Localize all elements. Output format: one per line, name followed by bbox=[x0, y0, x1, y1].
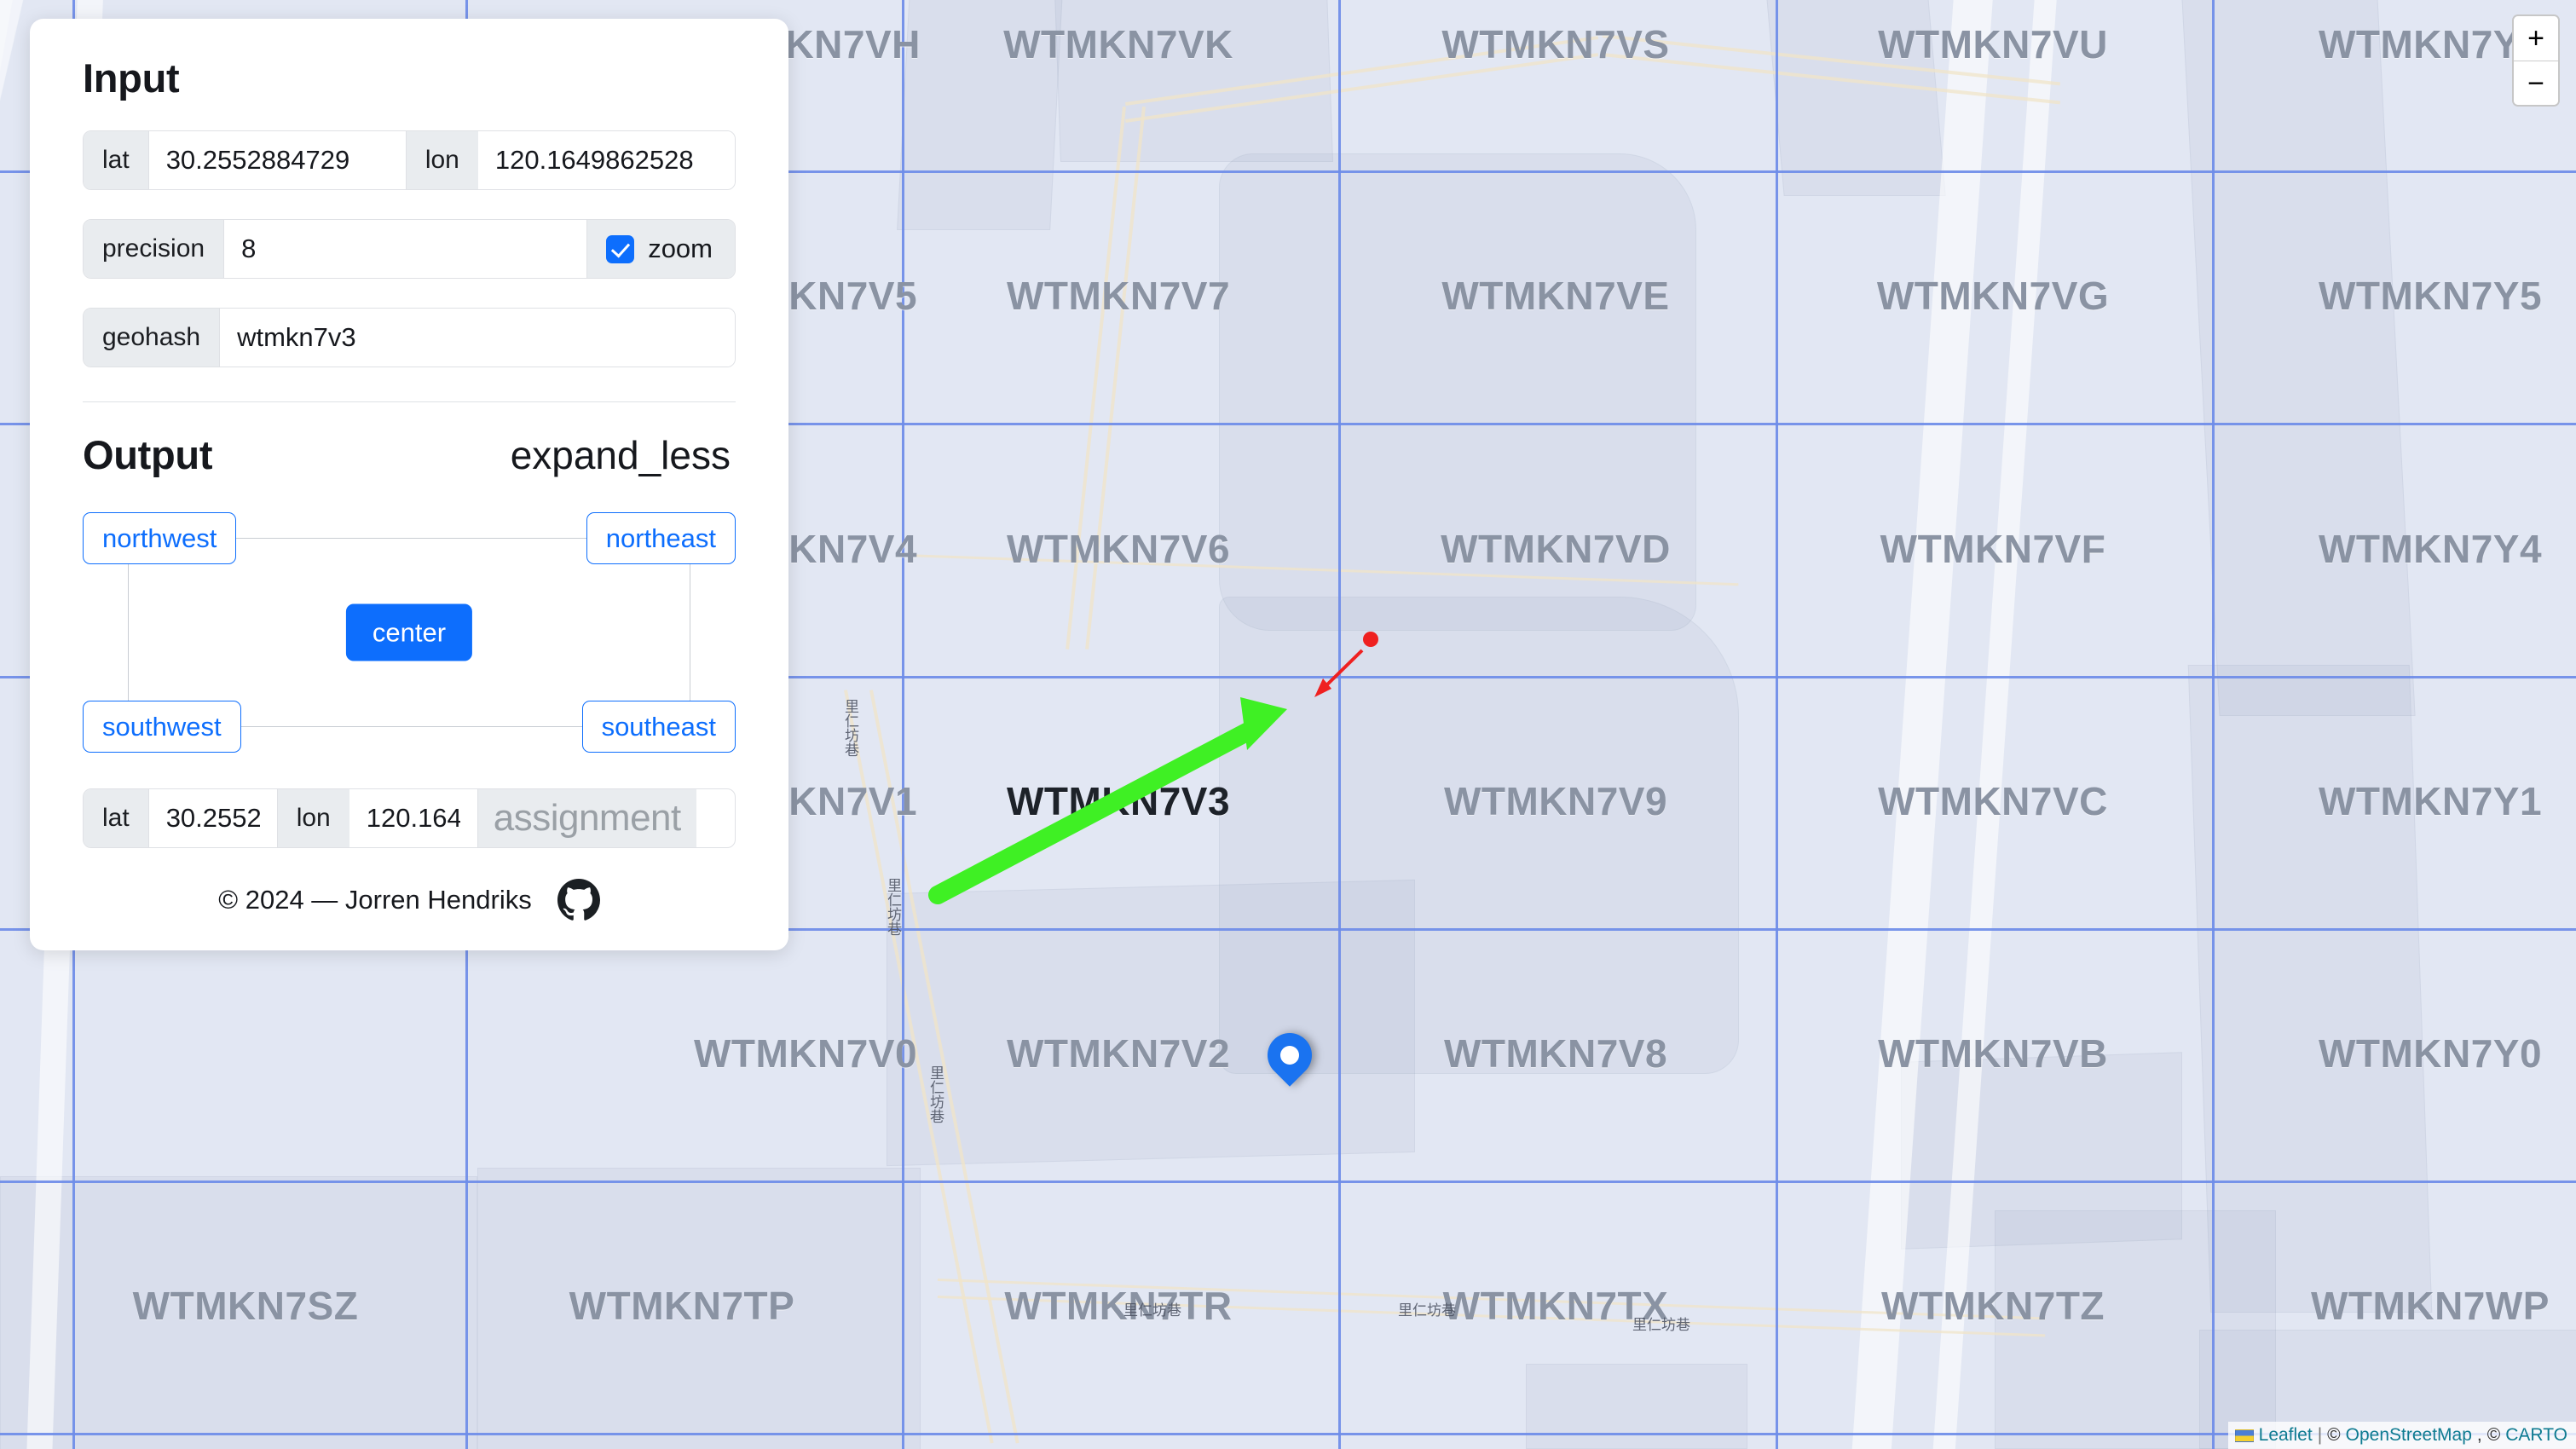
precision-input-group: precision zoom bbox=[83, 219, 736, 279]
carto-link[interactable]: CARTO bbox=[2505, 1425, 2567, 1446]
map-building bbox=[1219, 153, 1696, 631]
zoom-control[interactable]: + − bbox=[2512, 14, 2560, 107]
input-lat-field[interactable] bbox=[148, 131, 406, 189]
map-building bbox=[1526, 1364, 1747, 1449]
input-lon-label: lon bbox=[405, 131, 478, 189]
input-precision-label: precision bbox=[84, 220, 225, 278]
copyright-symbol-osm: © bbox=[2327, 1425, 2341, 1445]
openstreetmap-link[interactable]: OpenStreetMap bbox=[2346, 1425, 2472, 1446]
geohash-tool-panel: Input lat lon precision zoom geohash Out… bbox=[30, 19, 788, 950]
leaflet-link[interactable]: Leaflet bbox=[2259, 1425, 2313, 1446]
grid-link-left bbox=[128, 538, 129, 727]
zoom-checkbox-group[interactable]: zoom bbox=[586, 220, 735, 278]
section-divider bbox=[83, 401, 736, 402]
zoom-checkbox-label: zoom bbox=[648, 234, 713, 263]
corner-button-center[interactable]: center bbox=[345, 603, 473, 661]
corner-button-northwest[interactable]: northwest bbox=[83, 512, 237, 564]
output-section-heading: Output bbox=[83, 432, 213, 477]
ukraine-flag-icon bbox=[2234, 1429, 2254, 1442]
geohash-grid-line-vertical bbox=[1338, 0, 1341, 1449]
street-name-label: 里仁坊巷 bbox=[1398, 1302, 1456, 1319]
panel-footer: © 2024 — Jorren Hendriks bbox=[83, 879, 736, 921]
expand-less-toggle[interactable]: expand_less bbox=[505, 432, 736, 478]
zoom-checkbox[interactable] bbox=[606, 234, 635, 263]
output-lat-label: lat bbox=[84, 789, 149, 847]
copyright-text: © 2024 — Jorren Hendriks bbox=[218, 885, 532, 915]
input-section-heading: Input bbox=[83, 55, 180, 101]
street-name-label: 里仁坊巷 bbox=[841, 699, 858, 757]
geohash-grid-line-vertical bbox=[1776, 0, 1778, 1449]
output-lon-label: lon bbox=[276, 789, 349, 847]
copyright-symbol-carto: © bbox=[2486, 1425, 2501, 1445]
map-building bbox=[477, 1168, 921, 1449]
grid-link-bottom bbox=[171, 726, 647, 727]
input-geohash-label: geohash bbox=[84, 309, 221, 367]
input-lat-label: lat bbox=[84, 131, 149, 189]
map-building bbox=[897, 0, 1064, 230]
map-building bbox=[0, 1176, 477, 1449]
geohash-grid-line-horizontal bbox=[0, 1181, 2576, 1183]
zoom-in-button[interactable]: + bbox=[2514, 16, 2558, 61]
map-building bbox=[1762, 0, 1946, 196]
github-icon[interactable] bbox=[557, 879, 600, 921]
geohash-grid-line-vertical bbox=[2212, 0, 2215, 1449]
output-lat-field[interactable] bbox=[148, 789, 277, 847]
map-building bbox=[887, 879, 1415, 1167]
corner-selector-grid: northwest northeast southwest southeast … bbox=[83, 512, 736, 753]
output-latlon-group: lat lon assignment bbox=[83, 788, 736, 848]
copy-assignment-button[interactable]: assignment bbox=[477, 789, 696, 847]
street-name-label: 里仁坊巷 bbox=[884, 878, 901, 936]
input-precision-field[interactable] bbox=[224, 220, 587, 278]
output-lon-field[interactable] bbox=[349, 789, 477, 847]
map-attribution: Leaflet | © OpenStreetMap, © CARTO bbox=[2227, 1422, 2576, 1449]
geohash-input-group: geohash bbox=[83, 308, 736, 367]
street-name-label: 里仁坊巷 bbox=[1632, 1317, 1690, 1334]
output-section-header: Output expand_less bbox=[83, 431, 736, 478]
attribution-comma: , bbox=[2476, 1425, 2482, 1445]
corner-button-northeast[interactable]: northeast bbox=[586, 512, 736, 564]
geohash-grid-line-vertical bbox=[902, 0, 904, 1449]
input-geohash-field[interactable] bbox=[220, 309, 735, 367]
grid-link-top bbox=[171, 538, 647, 539]
street-name-label: 里仁坊巷 bbox=[927, 1065, 944, 1123]
latlon-input-group: lat lon bbox=[83, 130, 736, 190]
corner-button-southwest[interactable]: southwest bbox=[83, 701, 241, 753]
street-name-label: 里仁坊巷 bbox=[1123, 1302, 1181, 1319]
zoom-out-button[interactable]: − bbox=[2514, 61, 2558, 105]
geohash-grid-line-horizontal bbox=[0, 1433, 2576, 1435]
attribution-separator: | bbox=[2317, 1425, 2323, 1445]
corner-button-southeast[interactable]: southeast bbox=[581, 701, 736, 753]
input-lon-field[interactable] bbox=[477, 131, 735, 189]
